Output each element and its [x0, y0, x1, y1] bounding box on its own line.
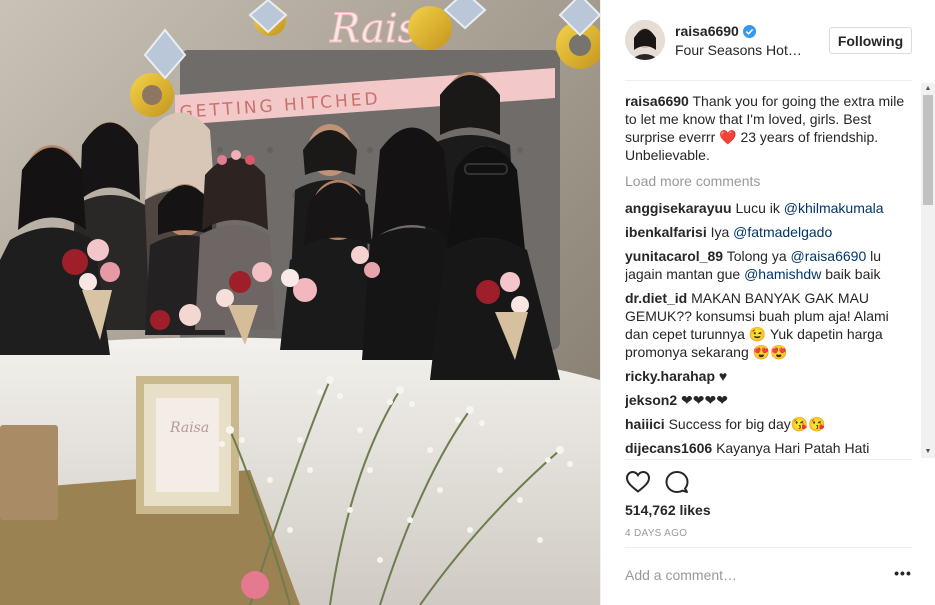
caption: raisa6690 Thank you for going the extra …: [625, 92, 912, 164]
svg-text:Raisa: Raisa: [169, 420, 209, 436]
avatar-image: [625, 20, 665, 60]
comment-text: Lucu ik: [735, 200, 784, 216]
divider: [625, 547, 912, 548]
speech-bubble-icon[interactable]: [664, 470, 690, 494]
post-timestamp[interactable]: 4 DAYS AGO: [625, 528, 687, 539]
comment-username[interactable]: ibenkalfarisi: [625, 224, 707, 240]
post-photo-illustration: Raisa GETTING HITCHED Raisa: [0, 0, 600, 605]
comment-username[interactable]: jekson2: [625, 392, 677, 408]
comment-text: Success for big day😘😘: [668, 416, 826, 432]
post-header: raisa6690 Four Seasons Hot… Following: [601, 0, 935, 81]
comment-row: jekson2 ❤❤❤❤: [625, 391, 912, 409]
post-photo[interactable]: Raisa GETTING HITCHED Raisa: [0, 0, 600, 605]
comment-text: baik baik: [821, 266, 881, 282]
post-location[interactable]: Four Seasons Hot…: [675, 42, 802, 58]
pink-rose: [241, 571, 269, 599]
following-button[interactable]: Following: [829, 27, 912, 54]
verified-badge-icon: [743, 25, 756, 38]
comment-mention-link[interactable]: @raisa6690: [791, 248, 867, 264]
comment-mention-link[interactable]: @hamishdw: [744, 266, 821, 282]
add-comment-input[interactable]: [625, 565, 875, 585]
heart-outline-icon[interactable]: [625, 470, 651, 494]
scrollbar-thumb[interactable]: [923, 95, 933, 205]
comment-row: dr.diet_id MAKAN BANYAK GAK MAU GEMUK?? …: [625, 289, 912, 361]
post-sidebar: raisa6690 Four Seasons Hot… Following ra…: [600, 0, 935, 605]
comment-username[interactable]: dijecans1606: [625, 440, 712, 456]
comment-row: anggisekarayuu Lucu ik @khilmakumala: [625, 199, 912, 217]
comment-username[interactable]: haiiici: [625, 416, 665, 432]
comment-row: dijecans1606 Kayanya Hari Patah Hati: [625, 439, 912, 457]
comment-username[interactable]: ricky.harahap: [625, 368, 715, 384]
comment-text: Iya: [710, 224, 734, 240]
comment-mention-link[interactable]: @fatmadelgado: [733, 224, 832, 240]
comment-text: Tolong ya: [726, 248, 791, 264]
comment-text: ♥: [718, 368, 728, 384]
divider: [625, 459, 912, 460]
avatar[interactable]: [625, 20, 665, 60]
comment-username[interactable]: anggisekarayuu: [625, 200, 732, 216]
scroll-up-arrow-icon[interactable]: ▲: [923, 84, 933, 94]
comment-row: ibenkalfarisi Iya @fatmadelgado: [625, 223, 912, 241]
comment-text: ❤❤❤❤: [681, 392, 728, 408]
comment-mention-link[interactable]: @khilmakumala: [784, 200, 884, 216]
likes-count[interactable]: 514,762 likes: [625, 502, 711, 518]
divider: [625, 80, 912, 81]
comment-row: haiiici Success for big day😘😘: [625, 415, 912, 433]
caption-username[interactable]: raisa6690: [625, 93, 689, 109]
comment-username[interactable]: dr.diet_id: [625, 290, 687, 306]
comment-username[interactable]: yunitacarol_89: [625, 248, 723, 264]
comment-row: ricky.harahap ♥: [625, 367, 912, 385]
load-more-comments-link[interactable]: Load more comments: [625, 172, 912, 190]
comment-items: anggisekarayuu Lucu ik @khilmakumala iben…: [625, 199, 912, 457]
comment-text: Kayanya Hari Patah Hati: [716, 440, 870, 456]
comments-list: raisa6690 Thank you for going the extra …: [625, 92, 912, 458]
scroll-down-arrow-icon[interactable]: ▼: [923, 447, 933, 457]
post-username[interactable]: raisa6690: [675, 23, 739, 39]
more-options-icon[interactable]: •••: [893, 566, 913, 583]
comment-row: yunitacarol_89 Tolong ya @raisa6690 lu j…: [625, 247, 912, 283]
